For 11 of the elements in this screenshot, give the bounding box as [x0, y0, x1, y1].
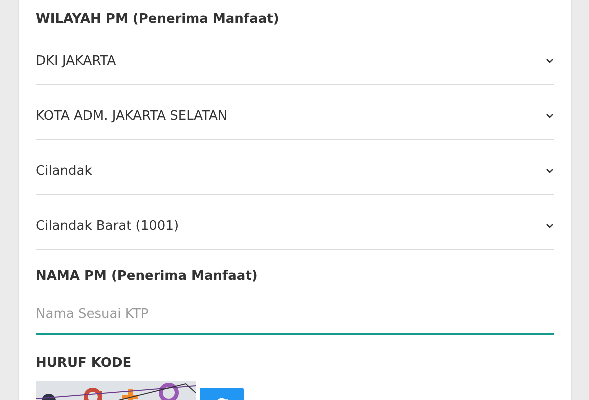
dropdown-select[interactable]: KOTA ADM. JAKARTA SELATAN — [36, 85, 554, 140]
name-label: NAMA PM (Penerima Manfaat) — [36, 268, 259, 286]
dropdown-select[interactable]: Cilandak — [36, 140, 554, 195]
chevron-down-icon — [546, 113, 554, 119]
dropdown-select[interactable]: DKI JAKARTA — [36, 30, 554, 85]
dropdown-select[interactable]: Cilandak Barat (1001) — [36, 195, 554, 250]
chevron-down-icon — [546, 58, 554, 64]
region-label: WILAYAH PM (Penerima Manfaat) — [36, 11, 280, 29]
chevron-down-icon — [546, 168, 554, 174]
captcha-label: HURUF KODE — [36, 355, 133, 373]
chevron-down-icon — [546, 223, 554, 229]
